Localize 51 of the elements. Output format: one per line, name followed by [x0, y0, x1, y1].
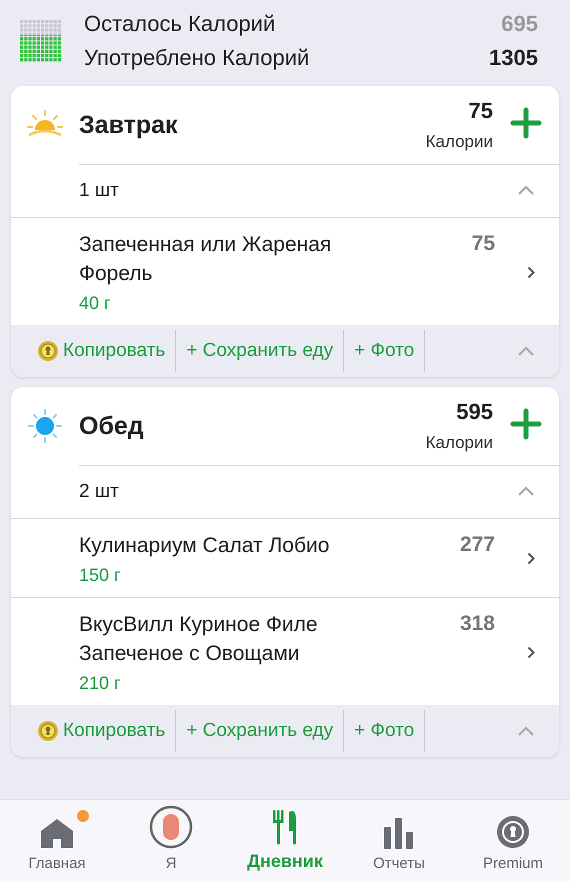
food-calories: 318	[458, 611, 495, 637]
save-food-button[interactable]: + Сохранить еду	[176, 331, 344, 371]
collapse-icon[interactable]	[517, 486, 535, 497]
sun-icon	[28, 409, 62, 443]
food-calories: 277	[458, 532, 495, 558]
meal-title: Завтрак	[79, 110, 179, 140]
lock-badge-icon	[37, 720, 59, 742]
collapse-icon[interactable]	[517, 726, 535, 736]
food-name: ВкусВилл Куриное Филе Запеченое с Овощами	[79, 612, 319, 667]
summary-value: 1305	[489, 45, 538, 71]
nav-tab[interactable]: Главная	[0, 800, 114, 882]
food-name: Запеченная или Жареная Форель	[79, 232, 332, 287]
home-icon	[39, 817, 75, 849]
summary-label: Осталось Калорий	[84, 11, 276, 37]
copy-button[interactable]: Копировать	[27, 331, 176, 371]
fork-knife-icon	[272, 809, 298, 845]
chevron-right-icon	[527, 646, 535, 658]
food-name: Кулинариум Салат Лобио	[79, 533, 330, 559]
meal-calories: 75	[468, 98, 493, 124]
collapse-icon[interactable]	[517, 185, 535, 196]
food-entry[interactable]: Кулинариум Салат Лобио 150 г 277	[11, 518, 559, 597]
nav-tab[interactable]: Я	[114, 800, 228, 882]
save-food-button[interactable]: + Сохранить еду	[176, 711, 344, 751]
item-count: 1 шт	[79, 180, 119, 202]
collapse-icon[interactable]	[517, 346, 535, 356]
add-icon[interactable]	[509, 106, 543, 140]
calories-label: Калории	[426, 132, 493, 152]
chevron-right-icon	[527, 552, 535, 565]
copy-button[interactable]: Копировать	[27, 711, 176, 751]
bar-chart-icon	[383, 817, 415, 849]
keyhole-badge-icon	[496, 815, 530, 849]
meal-title: Обед	[79, 412, 145, 440]
summary-label: Употреблено Калорий	[84, 45, 310, 71]
avatar-icon	[149, 805, 193, 849]
food-calories: 75	[470, 231, 495, 257]
item-count: 2 шт	[79, 481, 119, 503]
chevron-right-icon	[527, 266, 535, 278]
food-amount: 40 г	[79, 293, 112, 314]
add-icon[interactable]	[509, 406, 543, 440]
summary-value: 695	[501, 11, 538, 37]
lock-badge-icon	[37, 340, 59, 362]
add-photo-button[interactable]: + Фото	[344, 331, 424, 371]
nav-tab[interactable]: Premium	[456, 800, 570, 882]
nav-tab[interactable]: Отчеты	[342, 800, 456, 882]
nav-tab[interactable]: Дневник	[228, 800, 342, 882]
add-photo-button[interactable]: + Фото	[344, 711, 424, 751]
meal-calories: 595	[456, 399, 493, 425]
calorie-grid-icon	[20, 20, 62, 62]
calories-label: Калории	[426, 433, 493, 453]
food-amount: 150 г	[79, 565, 122, 586]
food-amount: 210 г	[79, 673, 122, 694]
